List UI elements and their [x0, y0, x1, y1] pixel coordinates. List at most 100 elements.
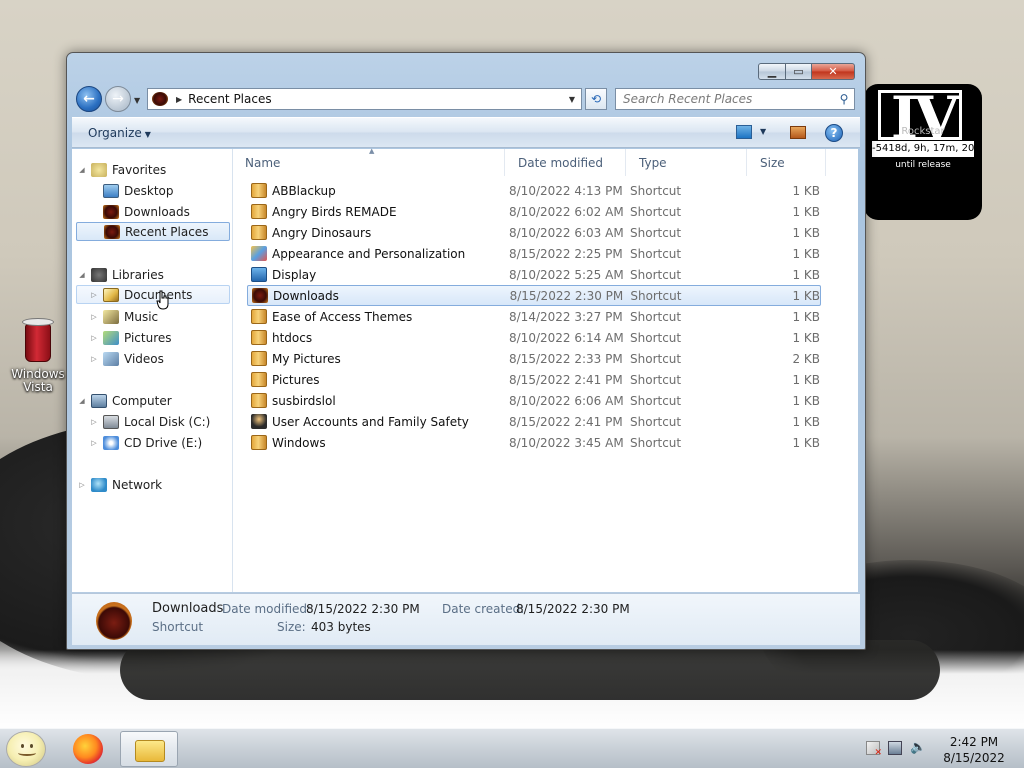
nav-item-pictures[interactable]: ▷ Pictures: [89, 328, 172, 347]
folder-shortcut-icon: [251, 204, 267, 219]
file-type: Shortcut: [630, 225, 682, 240]
back-button[interactable]: ←: [76, 86, 102, 112]
breadcrumb-chevron-icon[interactable]: ▶: [176, 95, 182, 104]
taskbar-clock[interactable]: 2:42 PM 8/15/2022: [940, 734, 1008, 766]
file-row[interactable]: User Accounts and Family Safety 8/15/202…: [247, 411, 821, 432]
column-header-name[interactable]: Name ▲: [233, 147, 505, 176]
minimize-button[interactable]: ▁: [758, 63, 786, 80]
nav-item-recent-places[interactable]: Recent Places: [76, 222, 230, 241]
volume-icon[interactable]: 🔈: [910, 741, 926, 755]
gadget-brand: Rockstar: [901, 126, 945, 137]
organize-button[interactable]: Organize ▼: [88, 126, 151, 140]
file-size: 1 KB: [792, 288, 820, 303]
file-row[interactable]: Display 8/10/2022 5:25 AM Shortcut 1 KB: [247, 264, 821, 285]
file-row[interactable]: ABBlackup 8/10/2022 4:13 PM Shortcut 1 K…: [247, 180, 821, 201]
nav-item-music[interactable]: ▷ Music: [89, 307, 158, 326]
preview-pane-icon[interactable]: [790, 126, 806, 139]
search-input[interactable]: [623, 92, 834, 106]
nav-computer[interactable]: ◢ Computer: [77, 391, 172, 410]
view-options-dropdown[interactable]: ▼: [760, 127, 766, 136]
file-type: Shortcut: [630, 204, 682, 219]
organize-label: Organize: [88, 126, 142, 140]
address-history-dropdown[interactable]: ▼: [563, 95, 581, 104]
network-status-icon[interactable]: [888, 741, 902, 755]
address-bar[interactable]: ▶ Recent Places ▼: [147, 88, 582, 110]
details-date-modified-label: Date modified:: [222, 602, 312, 616]
file-row[interactable]: Angry Birds REMADE 8/10/2022 6:02 AM Sho…: [247, 201, 821, 222]
refresh-button[interactable]: ⟲: [585, 88, 607, 110]
file-row[interactable]: Appearance and Personalization 8/15/2022…: [247, 243, 821, 264]
breadcrumb-location[interactable]: Recent Places: [188, 92, 563, 106]
file-size: 1 KB: [792, 414, 820, 429]
file-date: 8/10/2022 5:25 AM: [509, 267, 624, 282]
file-row[interactable]: Ease of Access Themes 8/14/2022 3:27 PM …: [247, 306, 821, 327]
downloads-icon: [252, 288, 268, 303]
file-name: Downloads: [273, 288, 339, 303]
computer-icon: [91, 393, 107, 408]
search-box[interactable]: ⚲: [615, 88, 855, 110]
change-view-icon[interactable]: [736, 125, 752, 139]
file-row[interactable]: Angry Dinosaurs 8/10/2022 6:03 AM Shortc…: [247, 222, 821, 243]
recycle-bin-icon: [21, 318, 55, 362]
taskbar-explorer[interactable]: [120, 731, 178, 767]
desktop-icon-label: Windows Vista: [11, 367, 65, 394]
nav-item-videos[interactable]: ▷ Videos: [89, 349, 164, 368]
file-row[interactable]: Windows 8/10/2022 3:45 AM Shortcut 1 KB: [247, 432, 821, 453]
expanded-triangle-icon[interactable]: ◢: [77, 271, 87, 279]
collapsed-triangle-icon[interactable]: ▷: [77, 481, 87, 489]
refresh-icon: ⟲: [590, 92, 602, 106]
forward-button[interactable]: →: [105, 86, 131, 112]
nav-item-documents[interactable]: ▷ Documents: [76, 285, 230, 304]
nav-label: Downloads: [124, 204, 190, 219]
help-icon[interactable]: ?: [825, 124, 843, 142]
search-icon[interactable]: ⚲: [834, 92, 854, 106]
nav-network[interactable]: ▷ Network: [77, 475, 162, 494]
file-row[interactable]: susbirdslol 8/10/2022 6:06 AM Shortcut 1…: [247, 390, 821, 411]
file-name: Appearance and Personalization: [272, 246, 466, 261]
nav-label: Favorites: [112, 162, 167, 177]
downloads-icon: [103, 204, 119, 219]
nav-item-desktop[interactable]: Desktop: [99, 181, 174, 200]
favorites-star-icon: [91, 162, 107, 177]
expanded-triangle-icon[interactable]: ◢: [77, 397, 87, 405]
close-button[interactable]: ✕: [812, 63, 855, 80]
file-date: 8/10/2022 6:03 AM: [509, 225, 624, 240]
column-header-date-modified[interactable]: Date modified: [506, 149, 626, 176]
collapsed-triangle-icon[interactable]: ▷: [89, 291, 99, 299]
column-header-type[interactable]: Type: [627, 149, 747, 176]
nav-libraries[interactable]: ◢ Libraries: [77, 265, 164, 284]
navigation-pane: ◢ Favorites Desktop Downloads Recent Pla…: [72, 149, 233, 592]
nav-label: Pictures: [124, 330, 172, 345]
nav-favorites[interactable]: ◢ Favorites: [77, 160, 166, 179]
file-row[interactable]: Pictures 8/15/2022 2:41 PM Shortcut 1 KB: [247, 369, 821, 390]
nav-label: CD Drive (E:): [124, 435, 203, 450]
maximize-button[interactable]: ▭: [786, 63, 812, 80]
file-row[interactable]: htdocs 8/10/2022 6:14 AM Shortcut 1 KB: [247, 327, 821, 348]
nav-item-cd-drive[interactable]: ▷ CD Drive (E:): [89, 433, 202, 452]
clock-date: 8/15/2022: [943, 751, 1005, 765]
file-name: Windows: [272, 435, 326, 450]
recent-places-icon: [104, 224, 120, 239]
action-center-icon[interactable]: [866, 741, 882, 758]
collapsed-triangle-icon[interactable]: ▷: [89, 334, 99, 342]
file-name: My Pictures: [272, 351, 341, 366]
countdown-gadget[interactable]: IV Rockstar -5418d, 9h, 17m, 20 until re…: [864, 84, 982, 220]
recent-pages-dropdown[interactable]: ▼: [134, 96, 140, 105]
taskbar-firefox[interactable]: [68, 731, 106, 767]
collapsed-triangle-icon[interactable]: ▷: [89, 418, 99, 426]
nav-item-downloads[interactable]: Downloads: [99, 202, 190, 221]
file-row[interactable]: My Pictures 8/15/2022 2:33 PM Shortcut 2…: [247, 348, 821, 369]
nav-item-local-disk[interactable]: ▷ Local Disk (C:): [89, 412, 210, 431]
file-row-selected[interactable]: Downloads 8/15/2022 2:30 PM Shortcut 1 K…: [247, 285, 821, 306]
collapsed-triangle-icon[interactable]: ▷: [89, 355, 99, 363]
collapsed-triangle-icon[interactable]: ▷: [89, 439, 99, 447]
column-label: Type: [639, 155, 667, 170]
videos-library-icon: [103, 351, 119, 366]
collapsed-triangle-icon[interactable]: ▷: [89, 313, 99, 321]
expanded-triangle-icon[interactable]: ◢: [77, 166, 87, 174]
start-button[interactable]: [6, 731, 46, 767]
desktop-icon-recycle-bin[interactable]: Windows Vista: [8, 318, 68, 394]
file-date: 8/10/2022 6:02 AM: [509, 204, 624, 219]
file-size: 1 KB: [792, 435, 820, 450]
column-header-size[interactable]: Size: [748, 149, 826, 176]
